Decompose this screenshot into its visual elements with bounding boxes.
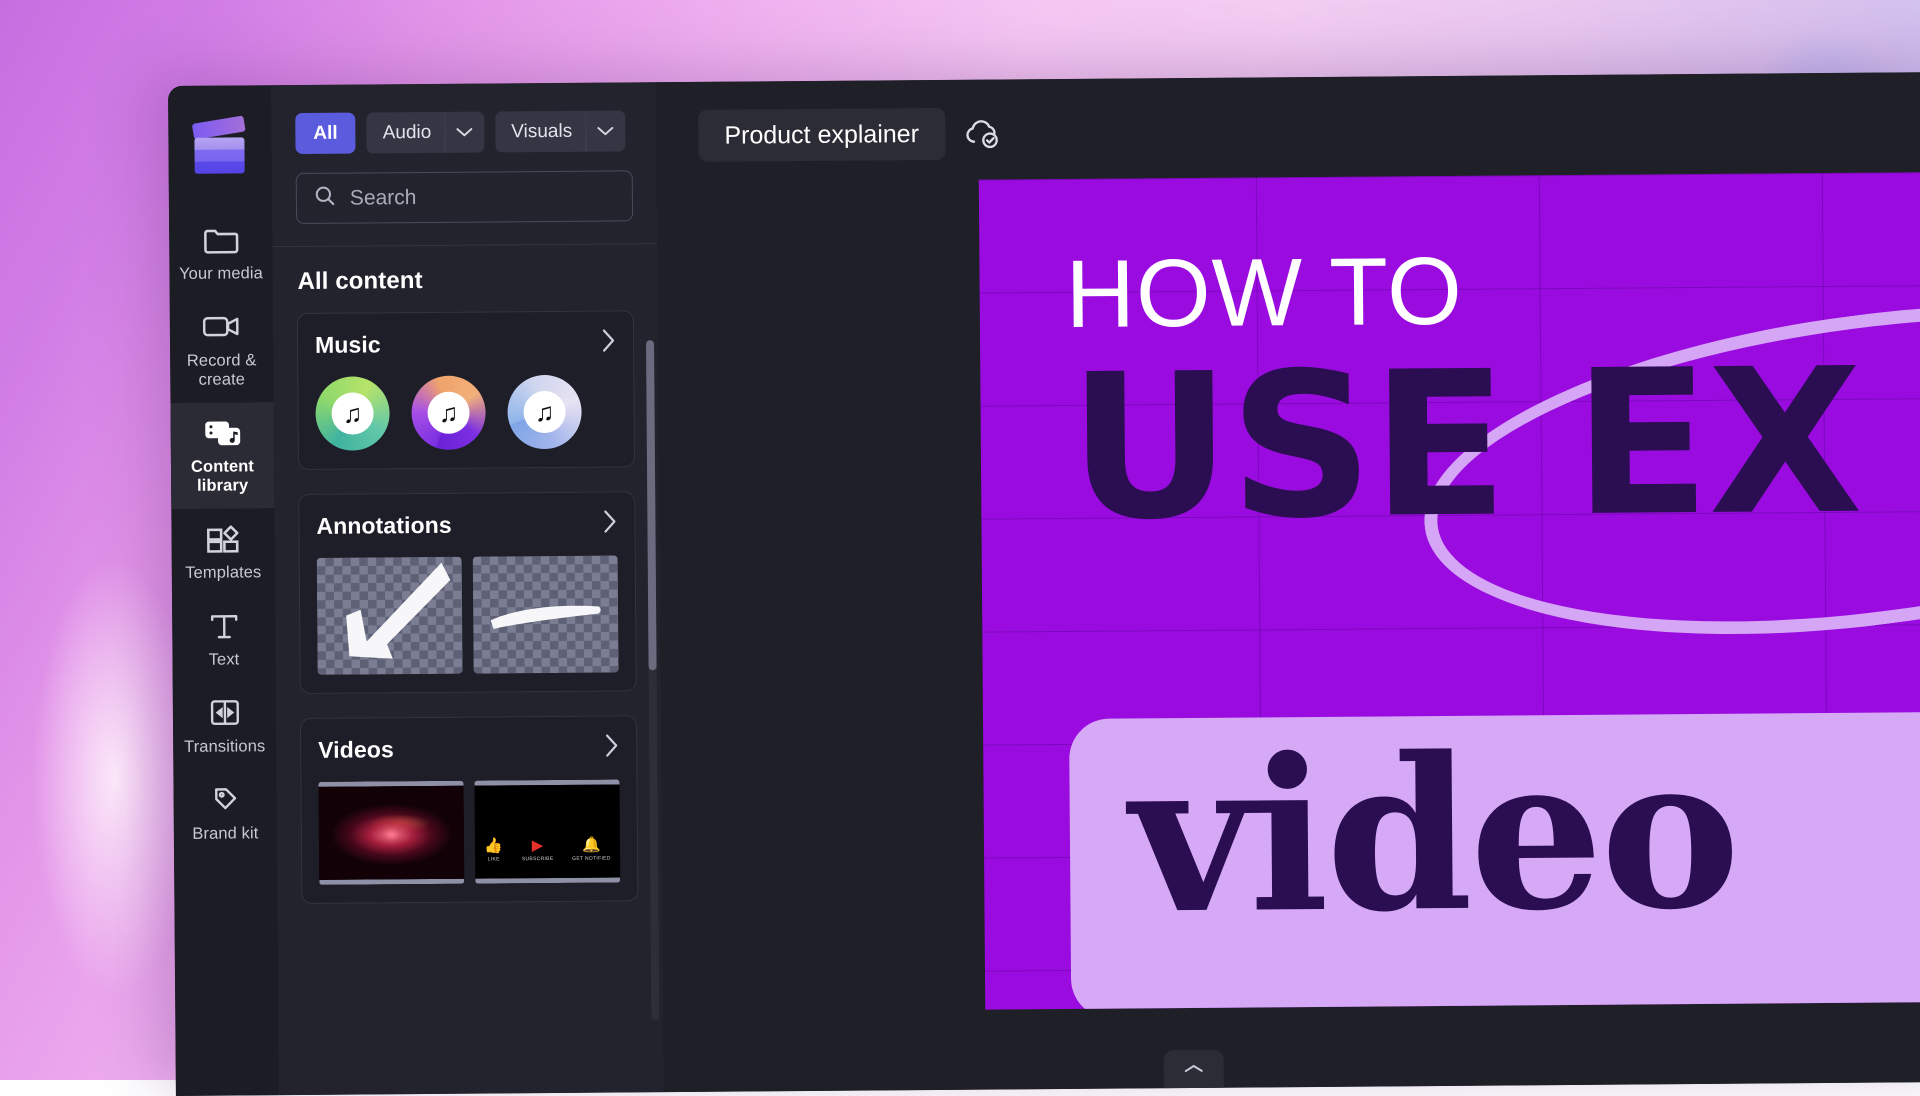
section-header-music[interactable]: Music xyxy=(315,327,616,360)
chevron-right-icon[interactable] xyxy=(600,327,616,358)
all-content-heading: All content xyxy=(297,265,633,296)
sidebar-item-templates[interactable]: Templates xyxy=(171,508,275,596)
filter-chip-row: All Audio Visuals xyxy=(271,82,657,154)
chevron-right-icon[interactable] xyxy=(603,732,619,763)
annotation-arrow-thumbnail[interactable] xyxy=(317,557,463,675)
video-camera-icon xyxy=(174,308,269,345)
sidebar-item-record-create[interactable]: Record & create xyxy=(170,296,274,403)
folder-icon xyxy=(173,221,268,258)
section-title-annotations: Annotations xyxy=(316,512,451,540)
chevron-right-icon[interactable] xyxy=(601,508,617,539)
clapperboard-logo xyxy=(192,121,248,175)
sidebar-item-label: Brand kit xyxy=(178,824,273,844)
filter-chip-visuals-group: Visuals xyxy=(495,110,625,152)
video-thumbnail-row: 👍 LIKE ▶ SUBSCRIBE 🔔 GET NOTIFIED xyxy=(318,779,620,884)
sidebar-item-label: Transitions xyxy=(177,737,272,757)
timeline-collapse-handle[interactable] xyxy=(1164,1050,1224,1088)
transitions-icon xyxy=(177,694,272,731)
video-youtube-buttons-thumbnail[interactable]: 👍 LIKE ▶ SUBSCRIBE 🔔 GET NOTIFIED xyxy=(474,779,620,883)
content-library-icon xyxy=(175,414,270,451)
annotation-thumbnail-row xyxy=(317,555,619,674)
thumbs-up-icon: 👍 LIKE xyxy=(484,838,503,862)
bell-icon: 🔔 GET NOTIFIED xyxy=(572,838,611,862)
search-icon xyxy=(313,184,337,213)
stage-headline: HOW TO xyxy=(1065,244,1463,343)
filter-chip-all[interactable]: All xyxy=(295,113,356,154)
sidebar-item-text[interactable]: Text xyxy=(172,595,276,683)
music-note-icon: ♫ xyxy=(523,391,565,433)
templates-icon xyxy=(175,520,270,557)
filter-chip-visuals[interactable]: Visuals xyxy=(495,111,585,153)
sidebar-item-transitions[interactable]: Transitions xyxy=(173,682,277,770)
left-navigation-rail: Your media Record & create xyxy=(168,85,279,1096)
music-disc-blue[interactable]: ♫ xyxy=(507,375,582,450)
sidebar-item-label: Record & create xyxy=(174,351,269,390)
sidebar-item-label: Content library xyxy=(175,457,270,496)
music-note-icon: ♫ xyxy=(331,392,373,434)
sidebar-item-label: Templates xyxy=(176,563,271,583)
project-name-field[interactable]: Product explainer xyxy=(698,108,945,162)
stage-lower-panel: video xyxy=(1069,709,1920,1010)
music-note-icon: ♫ xyxy=(427,392,469,434)
filter-chip-audio[interactable]: Audio xyxy=(366,112,444,154)
section-header-videos[interactable]: Videos xyxy=(318,732,619,765)
clipchamp-app-window: Your media Record & create xyxy=(168,72,1920,1096)
stage-lower-word: video xyxy=(1129,728,1738,943)
section-card-videos: Videos 👍 LIKE xyxy=(300,715,638,904)
music-thumbnail-row: ♫ ♫ ♫ xyxy=(315,374,617,450)
sidebar-item-brand-kit[interactable]: Brand kit xyxy=(173,769,277,857)
cloud-saved-icon[interactable] xyxy=(963,117,1001,149)
section-card-music: Music ♫ ♫ ♫ xyxy=(297,310,635,470)
main-editor-area: Product explainer HOW TO USE EX video xyxy=(656,72,1920,1092)
video-particle-burst-thumbnail[interactable] xyxy=(318,781,464,885)
video-preview-stage[interactable]: HOW TO USE EX video xyxy=(979,168,1920,1010)
brand-kit-icon xyxy=(177,781,272,818)
search-field[interactable] xyxy=(296,170,633,224)
filter-chip-audio-group: Audio xyxy=(366,112,484,154)
section-header-annotations[interactable]: Annotations xyxy=(316,508,617,541)
content-library-panel: All Audio Visuals xyxy=(271,82,664,1095)
music-disc-purple[interactable]: ♫ xyxy=(411,376,486,451)
youtube-play-icon: ▶ SUBSCRIBE xyxy=(522,838,554,862)
project-header: Product explainer xyxy=(656,72,1920,162)
section-title-music: Music xyxy=(315,331,381,359)
chevron-down-icon[interactable] xyxy=(585,110,625,151)
music-disc-green[interactable]: ♫ xyxy=(315,376,390,451)
stage-title: USE EX xyxy=(1068,351,1861,541)
chevron-down-icon[interactable] xyxy=(444,112,484,153)
sidebar-item-your-media[interactable]: Your media xyxy=(169,209,273,297)
sidebar-item-content-library[interactable]: Content library xyxy=(170,402,274,509)
text-icon xyxy=(176,607,271,644)
search-input[interactable] xyxy=(350,184,621,210)
sidebar-item-label: Your media xyxy=(173,264,268,284)
annotation-brush-stroke-thumbnail[interactable] xyxy=(473,555,619,673)
section-title-videos: Videos xyxy=(318,736,394,764)
content-scroll-area[interactable]: All content Music ♫ ♫ ♫ Annotatio xyxy=(272,244,664,1095)
section-card-annotations: Annotations xyxy=(298,491,637,694)
sidebar-item-label: Text xyxy=(176,650,271,670)
